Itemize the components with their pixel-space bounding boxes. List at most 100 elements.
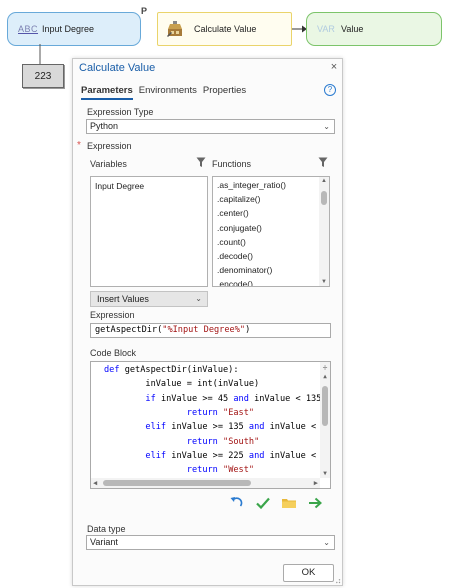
code-horizontal-scrollbar[interactable]: ◀ ▶	[91, 478, 320, 488]
code-token: and	[248, 422, 265, 433]
scroll-down-icon[interactable]: ▼	[321, 470, 329, 477]
function-item[interactable]: .decode()	[213, 249, 329, 263]
code-token: "West"	[223, 465, 255, 476]
dialog-tabs: Parameters Environments Properties	[81, 85, 246, 100]
data-type-label: Data type	[87, 524, 126, 534]
code-token: inValue < 135:	[248, 393, 327, 404]
code-line: elif inValue >= 225 and inValue < 315:	[104, 449, 330, 463]
help-icon[interactable]: ?	[324, 84, 336, 96]
scroll-left-icon[interactable]: ◀	[93, 478, 97, 488]
scroll-up-icon[interactable]: ▲	[320, 178, 328, 184]
expression-func-text: getAspectDir(	[95, 325, 163, 335]
expression-label: Expression	[90, 310, 135, 320]
apply-arrow-icon[interactable]	[307, 495, 323, 511]
expression-section-label: Expression	[87, 141, 132, 151]
insert-values-dropdown[interactable]: Insert Values ⌄	[90, 291, 208, 307]
value-output-node[interactable]: VAR Value	[306, 12, 442, 46]
code-token: inValue >= 225	[166, 450, 249, 461]
split-view-icon[interactable]: ÷	[321, 363, 329, 372]
code-token: return	[186, 407, 218, 418]
scroll-thumb[interactable]	[322, 386, 328, 426]
expression-type-select[interactable]: Python ⌄	[86, 119, 335, 134]
code-line: return "South"	[104, 435, 259, 449]
expression-arg-text: "%Input Degree%"	[162, 325, 246, 335]
value-callout: 223	[22, 64, 64, 88]
ok-button[interactable]: OK	[283, 564, 334, 582]
code-line: if inValue >= 45 and inValue < 135:	[104, 392, 327, 406]
variable-item-input-degree[interactable]: Input Degree	[91, 179, 207, 193]
required-marker: *	[77, 140, 81, 151]
scroll-up-icon[interactable]: ▲	[321, 373, 329, 380]
scroll-right-icon[interactable]: ▶	[314, 478, 318, 488]
callout-leader-line	[39, 44, 41, 65]
expression-type-label: Expression Type	[87, 107, 154, 117]
code-line: inValue = int(inValue)	[104, 377, 259, 391]
chevron-down-icon: ⌄	[195, 294, 202, 303]
scroll-thumb[interactable]	[321, 191, 327, 205]
function-item[interactable]: .capitalize()	[213, 192, 329, 206]
undo-icon[interactable]	[229, 495, 245, 511]
code-token: inValue >= 45	[155, 393, 234, 404]
variables-header: Variables	[90, 159, 127, 169]
code-block-label: Code Block	[90, 348, 137, 358]
code-token: and	[248, 450, 265, 461]
function-item[interactable]: .conjugate()	[213, 221, 329, 235]
data-type-select[interactable]: Variant ⌄	[86, 535, 335, 550]
callout-value: 223	[34, 70, 52, 82]
code-token: def	[104, 365, 125, 375]
calculate-value-dialog: Calculate Value × Parameters Environment…	[72, 58, 343, 586]
function-item[interactable]: .encode()	[213, 277, 329, 286]
calculate-value-tool-node[interactable]: Calculate Value	[157, 12, 292, 46]
code-token: elif	[145, 422, 167, 433]
chevron-down-icon: ⌄	[323, 538, 330, 547]
code-token: if	[145, 393, 156, 404]
function-item[interactable]: .count()	[213, 235, 329, 249]
model-parameter-marker: P	[141, 6, 148, 16]
code-token: return	[186, 465, 218, 476]
tab-environments[interactable]: Environments	[139, 85, 197, 100]
code-token: inValue = int(inValue)	[104, 379, 260, 390]
code-line: def getAspectDir(inValue):	[104, 363, 239, 377]
function-item[interactable]: .center()	[213, 206, 329, 220]
code-token: return	[186, 436, 218, 447]
horizontal-scroll-thumb[interactable]	[103, 480, 251, 486]
filter-functions-icon[interactable]	[318, 157, 328, 168]
resize-grip-icon[interactable]	[333, 576, 341, 584]
dialog-title: Calculate Value	[79, 62, 156, 74]
code-token: and	[233, 393, 249, 404]
functions-scrollbar[interactable]: ▲ ▼	[319, 177, 329, 286]
code-token: "South"	[223, 436, 260, 447]
open-folder-icon[interactable]	[281, 495, 297, 511]
code-line: return "East"	[104, 406, 254, 420]
expression-close-text: )	[245, 325, 251, 335]
verify-check-icon[interactable]	[255, 495, 271, 511]
code-block-editor[interactable]: def getAspectDir(inValue): inValue = int…	[90, 361, 331, 489]
calculate-value-label: Calculate Value	[194, 24, 257, 34]
functions-header: Functions	[212, 159, 252, 169]
filter-variables-icon[interactable]	[196, 157, 206, 168]
variables-list: Input Degree	[90, 176, 208, 287]
scroll-down-icon[interactable]: ▼	[320, 279, 328, 285]
close-icon[interactable]: ×	[328, 61, 340, 73]
code-line: elif inValue >= 135 and inValue < 225:	[104, 420, 330, 434]
code-vertical-scrollbar[interactable]: ÷ ▲ ▼	[320, 362, 330, 478]
functions-list: .as_integer_ratio() .capitalize() .cente…	[212, 176, 330, 287]
data-type-value: Variant	[90, 537, 118, 547]
expression-input[interactable]: getAspectDir("%Input Degree%")	[90, 323, 331, 338]
function-item[interactable]: .as_integer_ratio()	[213, 178, 329, 192]
function-item[interactable]: .denominator()	[213, 263, 329, 277]
input-degree-label: Input Degree	[42, 24, 95, 34]
code-token: "East"	[223, 407, 255, 418]
tab-parameters[interactable]: Parameters	[81, 85, 133, 100]
insert-values-label: Insert Values	[97, 294, 149, 304]
tab-properties[interactable]: Properties	[203, 85, 246, 100]
expression-type-value: Python	[90, 121, 119, 131]
code-token: elif	[145, 450, 167, 461]
code-line: return "West"	[104, 463, 254, 477]
input-degree-node[interactable]: ABC Input Degree	[7, 12, 141, 46]
